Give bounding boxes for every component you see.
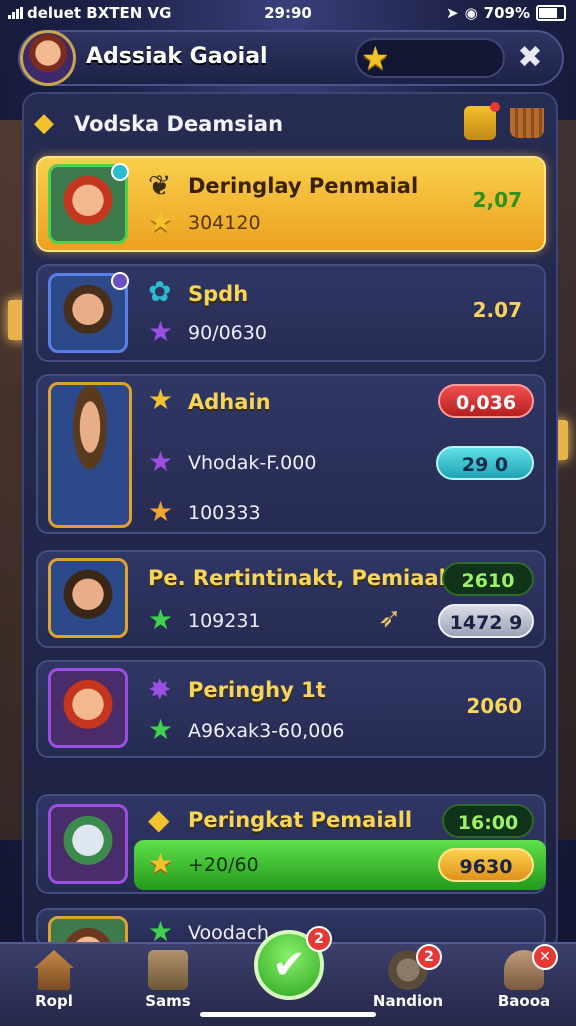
checkmark-icon: ✔	[272, 942, 306, 988]
star-icon: ★	[148, 445, 174, 478]
star-icon: ★	[148, 847, 174, 880]
battery-icon	[536, 5, 566, 21]
leaderboard-row[interactable]: Pe. Rertintinakt, Pemiaal 2610 ★ 109231 …	[36, 550, 546, 648]
star-icon: ★	[148, 315, 174, 348]
alarm-icon: ◉	[464, 4, 478, 22]
player-points: 109231	[188, 610, 261, 632]
battery-percent: 709%	[483, 4, 530, 22]
top-header: Adssiak Gaoial ★ ✖	[18, 30, 564, 86]
leaderboard-row[interactable]: ✿ Spdh ★ 90/0630 2.07	[36, 264, 546, 362]
home-indicator	[200, 1012, 376, 1017]
close-button[interactable]: ✖	[512, 40, 548, 76]
player-points: 90/0630	[188, 322, 267, 344]
rank-badge	[111, 272, 129, 290]
leaf-icon: ❦	[148, 169, 172, 202]
header-title: Adssiak Gaoial	[86, 44, 268, 69]
player-name: Peringhy 1t	[188, 678, 326, 702]
player-portrait	[48, 272, 129, 353]
player-name: Deringlay Penmaial	[188, 174, 419, 198]
player-portrait	[48, 382, 132, 528]
player-points-secondary: 100333	[188, 502, 261, 524]
score-pill: 16:00	[442, 804, 534, 838]
player-avatar[interactable]	[20, 30, 76, 86]
notification-badge: 2	[416, 944, 442, 970]
player-score: 2060	[466, 694, 522, 718]
score-pill: 2610	[442, 562, 534, 596]
reward-pill[interactable]: 1472 9	[438, 604, 534, 638]
star-icon: ★	[148, 383, 174, 416]
home-icon	[34, 950, 74, 990]
rank-badge	[111, 163, 129, 181]
notification-badge: ✕	[532, 944, 558, 970]
star-icon: ★	[361, 39, 390, 77]
nav-item-home[interactable]: Ropl	[14, 950, 94, 1010]
leaderboard-row[interactable]: ✸ Peringhy 1t ★ A96xak3-60,006 2060	[36, 660, 546, 758]
player-name: Pe. Rertintinakt, Pemiaal	[148, 566, 446, 590]
location-icon: ➤	[445, 4, 459, 22]
player-points: A96xak3-60,006	[188, 720, 345, 742]
player-score: 2.07	[472, 298, 522, 322]
nav-label: Baooa	[497, 992, 551, 1010]
notification-badge: 2	[306, 926, 332, 952]
basket-icon[interactable]	[510, 108, 544, 138]
star-icon: ★	[148, 495, 174, 528]
horn-icon: ➶	[378, 601, 402, 634]
player-points: +20/60	[188, 854, 259, 876]
nav-label: Nandion	[372, 992, 444, 1010]
leaderboard-row[interactable]: ❦ Deringlay Penmaial ★ 304120 2,07	[36, 156, 546, 252]
reward-pill[interactable]: 9630	[438, 848, 534, 882]
nav-label: Ropl	[35, 992, 73, 1010]
reward-pill[interactable]: 29 0	[436, 446, 534, 480]
player-score: 2,07	[472, 188, 522, 212]
confirm-button[interactable]: ✔ 2	[254, 926, 332, 1000]
ticket-icon: ◆	[34, 108, 54, 138]
player-name: Adhain	[188, 390, 271, 414]
player-portrait	[48, 804, 128, 884]
star-icon: ★	[148, 205, 174, 238]
ticket-icon: ◆	[148, 803, 170, 836]
nav-item-nandion[interactable]: Nandion 2	[368, 944, 448, 1010]
map-icon	[148, 950, 188, 990]
notification-dot	[490, 102, 500, 112]
nav-label: Sams	[145, 992, 191, 1010]
star-icon: ★	[148, 603, 174, 636]
leaderboard-row[interactable]: ★ Adhain 0,036 ★ Vhodak-F.000 29 0 ★ 100…	[36, 374, 546, 534]
nav-item-profile[interactable]: Baooa ✕	[484, 944, 564, 1010]
gear-icon: ✿	[148, 275, 172, 308]
leaderboard-panel: ◆ Vodska Deamsian ❦ Deringlay Penmaial ★…	[22, 92, 558, 952]
reward-box-icon[interactable]	[464, 102, 500, 140]
leaderboard-row[interactable]: ◆ Peringkat Pemaiall 16:00 ★ +20/60 9630	[36, 794, 546, 894]
player-points: Vhodak-F.000	[188, 452, 317, 474]
player-name: Spdh	[188, 282, 249, 306]
panel-header: ◆ Vodska Deamsian	[34, 102, 546, 146]
player-portrait	[48, 668, 128, 748]
player-portrait	[48, 558, 128, 638]
player-points: 304120	[188, 212, 261, 234]
player-name: Peringkat Pemaiall	[188, 808, 413, 832]
player-portrait	[48, 163, 129, 244]
score-pill: 0,036	[438, 384, 534, 418]
status-bar: deluet BXTEN VG 29:90 ➤ ◉ 709%	[0, 0, 576, 26]
star-icon: ★	[148, 713, 174, 746]
panel-title: Vodska Deamsian	[74, 112, 284, 136]
player-name: Voodach	[188, 922, 269, 944]
star-currency-pill[interactable]: ★	[355, 38, 505, 78]
gem-icon: ✸	[148, 673, 172, 706]
nav-item-map[interactable]: Sams	[128, 950, 208, 1010]
